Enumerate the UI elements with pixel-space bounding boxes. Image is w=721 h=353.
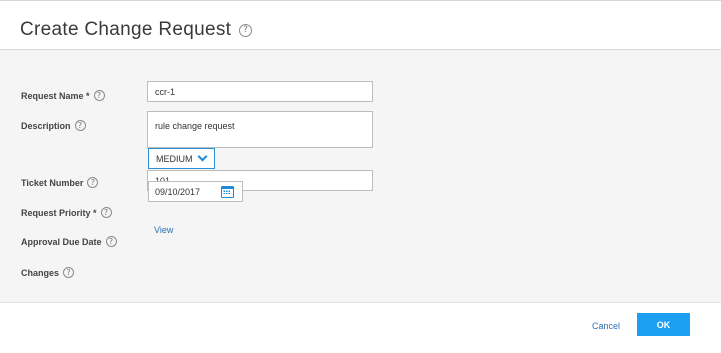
ok-button[interactable]: OK: [637, 313, 690, 336]
request-name-input[interactable]: ccr-1: [147, 81, 373, 102]
description-value: rule change request: [155, 121, 235, 131]
changes-view-link[interactable]: View: [154, 225, 173, 235]
help-icon[interactable]: ?: [100, 207, 112, 218]
help-icon[interactable]: ?: [93, 90, 105, 101]
request-priority-label-text: Request Priority *: [21, 207, 97, 218]
changes-label: Changes ?: [21, 267, 75, 278]
dialog-header: Create Change Request ?: [0, 0, 721, 50]
help-icon[interactable]: ?: [63, 267, 75, 278]
approval-due-date-label: Approval Due Date ?: [21, 236, 117, 247]
approval-due-date-value: 09/10/2017: [155, 186, 201, 197]
create-change-request-dialog: Create Change Request ? Request Name * ?…: [0, 0, 721, 353]
description-label-text: Description: [21, 120, 71, 131]
request-priority-value: MEDIUM: [156, 153, 193, 164]
description-textarea[interactable]: rule change request: [147, 111, 373, 148]
dialog-footer: Cancel OK: [0, 302, 721, 353]
dialog-title: Create Change Request ?: [20, 19, 253, 41]
changes-row: Changes ?: [21, 267, 75, 278]
help-icon[interactable]: ?: [105, 236, 117, 247]
request-priority-label: Request Priority * ?: [21, 207, 112, 218]
approval-due-date-input[interactable]: 09/10/2017: [148, 181, 243, 202]
dialog-title-text: Create Change Request: [20, 19, 232, 40]
help-icon[interactable]: ?: [74, 120, 86, 131]
request-name-value: ccr-1: [155, 86, 175, 97]
request-name-row: Request Name * ?: [21, 90, 105, 101]
request-name-label: Request Name * ?: [21, 90, 105, 101]
request-priority-select[interactable]: MEDIUM: [148, 148, 215, 169]
ticket-number-label-text: Ticket Number: [21, 177, 84, 188]
description-row: Description ?: [21, 120, 86, 131]
approval-due-date-row: Approval Due Date ?: [21, 236, 117, 247]
request-name-label-text: Request Name *: [21, 90, 90, 101]
dialog-body: Request Name * ? ccr-1 Description ? rul…: [0, 50, 721, 302]
cancel-button[interactable]: Cancel: [592, 321, 620, 331]
description-label: Description ?: [21, 120, 86, 131]
help-icon[interactable]: ?: [87, 177, 99, 188]
calendar-icon[interactable]: [221, 186, 234, 198]
ticket-number-row: Ticket Number ?: [21, 177, 99, 188]
help-icon[interactable]: ?: [239, 23, 253, 37]
ticket-number-label: Ticket Number ?: [21, 177, 99, 188]
chevron-down-icon: [197, 151, 208, 162]
changes-label-text: Changes: [21, 267, 60, 278]
approval-due-date-label-text: Approval Due Date: [21, 236, 102, 247]
request-priority-row: Request Priority * ?: [21, 207, 112, 218]
